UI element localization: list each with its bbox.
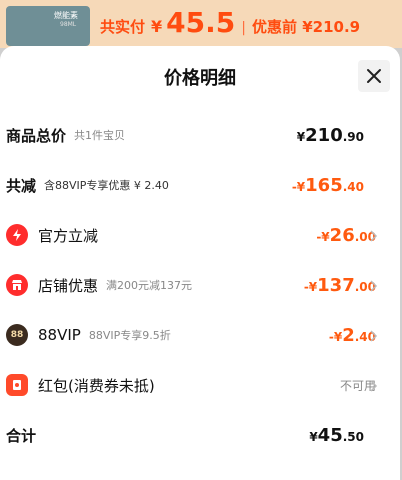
paid-label: 共实付 [100,18,146,36]
vip-rule: 88VIP专享9.5折 [88,329,171,342]
chevron-right-icon [368,278,378,292]
row-red-packet[interactable]: 红包(消费券未抵) 不可用 [0,365,400,405]
lightning-icon [6,224,28,246]
total-discount-amount: -¥ 165 .40 [291,174,364,196]
total-amount: ¥ 45 .50 [309,424,364,446]
vip-label: 88VIP [38,326,81,344]
row-88vip-discount[interactable]: 88 88VIP 88VIP专享9.5折 -¥ 2 .40 [0,315,400,355]
row-official-discount[interactable]: 官方立减 -¥ 26 .00 [0,215,400,255]
row-goods-total: 商品总价 共1件宝贝 ¥ 210 .90 [0,115,400,155]
store-discount-rule: 满200元减137元 [106,279,193,292]
close-button[interactable] [358,60,390,92]
top-summary-bar: 燃能素 98ML 共实付 ¥ 45.5 | 优惠前 ¥210.9 [0,0,402,48]
price-detail-sheet: 价格明细 商品总价 共1件宝贝 ¥ 210 .90 共减 含88VIP专享优惠 … [0,46,400,480]
red-packet-label: 红包(消费券未抵) [38,376,155,395]
sheet-title: 价格明细 [164,68,236,89]
official-discount-label: 官方立减 [38,226,99,245]
chevron-right-icon [368,328,378,342]
summary-separator: | [241,20,246,36]
vip88-icon: 88 [6,324,28,346]
close-icon [367,69,381,83]
goods-count: 共1件宝贝 [74,129,126,142]
store-discount-amount: -¥ 137 .00 [303,274,376,296]
chevron-right-icon [368,378,378,392]
product-thumbnail-subtext: 98ML [60,21,77,28]
product-thumbnail: 燃能素 98ML [6,6,90,46]
paid-summary: 共实付 ¥ 45.5 | 优惠前 ¥210.9 [100,6,360,39]
total-label: 合计 [6,426,37,445]
total-discount-label: 共减 [6,176,37,195]
vip-discount-note: 含88VIP专享优惠 ¥ 2.40 [44,179,169,192]
original-price: 优惠前 ¥210.9 [251,18,361,36]
row-store-discount[interactable]: 店铺优惠 满200元减137元 -¥ 137 .00 [0,265,400,305]
row-total-discount: 共减 含88VIP专享优惠 ¥ 2.40 -¥ 165 .40 [0,165,400,205]
goods-total-label: 商品总价 [6,126,67,145]
store-discount-label: 店铺优惠 [38,276,99,295]
red-packet-icon [6,374,28,396]
shop-icon [6,274,28,296]
paid-amount: 45.5 [166,6,236,39]
paid-currency: ¥ [151,17,163,36]
row-total: 合计 ¥ 45 .50 [0,415,400,455]
product-thumbnail-text: 燃能素 [54,11,78,20]
goods-total-amount: ¥ 210 .90 [296,124,364,146]
chevron-right-icon [368,228,378,242]
